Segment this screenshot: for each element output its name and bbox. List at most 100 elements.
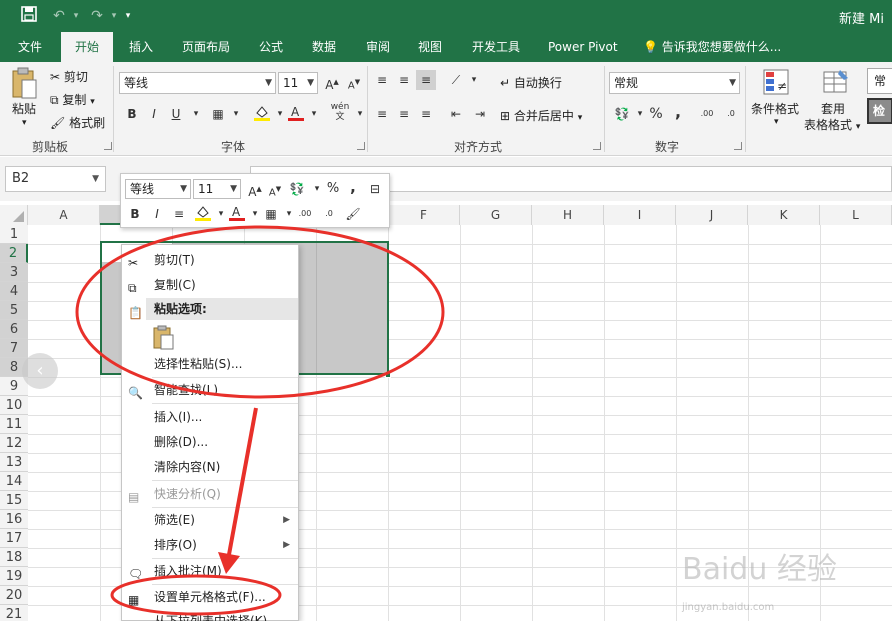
mini-font-color-icon[interactable]: A	[227, 204, 247, 224]
mini-increase-decimal-icon[interactable]: .00	[295, 204, 315, 224]
align-center-icon[interactable]: ≡	[394, 104, 414, 124]
name-box[interactable]: B2 ▼	[5, 166, 106, 192]
fill-color-icon[interactable]	[252, 104, 272, 124]
underline-dropdown-icon[interactable]: ▾	[186, 104, 206, 124]
menu-item-smart-lookup[interactable]: 🔍 智能查找(L)	[122, 378, 298, 402]
row-header[interactable]: 1	[0, 225, 28, 244]
alignment-launcher-icon[interactable]	[593, 142, 601, 150]
menu-item-cut[interactable]: ✂ 剪切(T)	[122, 248, 298, 272]
shrink-font-button[interactable]: A▼	[344, 72, 364, 92]
row-header[interactable]: 13	[0, 453, 28, 472]
conditional-format-icon[interactable]: ≠	[762, 68, 790, 99]
mini-shrink-font-icon[interactable]: A▼	[265, 179, 285, 199]
borders-dropdown-icon[interactable]: ▾	[226, 104, 246, 124]
number-launcher-icon[interactable]	[734, 142, 742, 150]
select-all-corner[interactable]	[0, 205, 28, 225]
currency-icon[interactable]: 💱	[612, 104, 632, 124]
mini-borders-icon[interactable]: ▦	[261, 204, 281, 224]
mini-merge-icon[interactable]: ⊟	[365, 179, 385, 199]
mini-format-painter-icon[interactable]: 🖌	[343, 204, 363, 224]
tab-data[interactable]: 数据	[310, 32, 338, 62]
phonetic-guide-button[interactable]: wén 文	[330, 102, 350, 122]
undo-dropdown-icon[interactable]: ▾	[70, 6, 82, 26]
wrap-text-button[interactable]: ↵ 自动换行	[500, 74, 562, 91]
tab-insert[interactable]: 插入	[127, 32, 155, 62]
mini-font-combo[interactable]: 等线 ▼	[125, 179, 191, 199]
menu-item-clear-contents[interactable]: 清除内容(N)	[122, 455, 298, 479]
align-top-icon[interactable]: ≡	[372, 70, 392, 90]
mini-decrease-decimal-icon[interactable]: .0	[319, 204, 339, 224]
format-painter-button[interactable]: 🖌 格式刷	[50, 114, 105, 131]
tab-home[interactable]: 开始	[61, 32, 114, 62]
font-color-dropdown-icon[interactable]: ▾	[304, 104, 324, 124]
row-header[interactable]: 17	[0, 529, 28, 548]
paste-option-default-icon[interactable]	[152, 325, 176, 351]
bold-button[interactable]: B	[122, 104, 142, 124]
conditional-format-button[interactable]: 条件格式	[751, 100, 799, 117]
row-header[interactable]: 18	[0, 548, 28, 567]
menu-item-insert[interactable]: 插入(I)...	[122, 405, 298, 429]
mini-percent-button[interactable]: %	[323, 179, 343, 199]
row-header[interactable]: 14	[0, 472, 28, 491]
decrease-indent-icon[interactable]: ⇤	[446, 104, 466, 124]
table-format-button[interactable]: 套用	[821, 100, 845, 117]
row-header[interactable]: 3	[0, 263, 28, 282]
row-header[interactable]: 16	[0, 510, 28, 529]
customize-quick-access-icon[interactable]: ▾	[122, 6, 134, 26]
column-header[interactable]: G	[460, 205, 532, 225]
percent-button[interactable]: %	[646, 104, 666, 124]
row-header[interactable]: 10	[0, 396, 28, 415]
row-header[interactable]: 7	[0, 339, 28, 358]
mini-bold-button[interactable]: B	[125, 204, 145, 224]
clipboard-launcher-icon[interactable]	[104, 142, 112, 150]
cut-button[interactable]: ✂ 剪切	[50, 68, 88, 85]
row-header[interactable]: 19	[0, 567, 28, 586]
tab-page-layout[interactable]: 页面布局	[180, 32, 232, 62]
font-launcher-icon[interactable]	[357, 142, 365, 150]
row-header[interactable]: 20	[0, 586, 28, 605]
italic-button[interactable]: I	[144, 104, 164, 124]
row-header[interactable]: 6	[0, 320, 28, 339]
orientation-icon[interactable]: ⟋	[446, 70, 466, 90]
paste-button[interactable]: 粘贴	[12, 100, 36, 117]
menu-item-paste-special[interactable]: 选择性粘贴(S)...	[122, 352, 298, 376]
save-icon[interactable]	[18, 6, 40, 26]
borders-icon[interactable]: ▦	[208, 104, 228, 124]
chevron-left-icon[interactable]: ‹	[22, 353, 58, 389]
align-bottom-icon[interactable]: ≡	[416, 70, 436, 90]
orientation-dropdown-icon[interactable]: ▾	[464, 70, 484, 90]
menu-item-quick-analysis[interactable]: ▤ 快速分析(Q)	[122, 482, 298, 506]
row-header[interactable]: 5	[0, 301, 28, 320]
mini-italic-button[interactable]: I	[147, 204, 167, 224]
menu-item-delete[interactable]: 删除(D)...	[122, 430, 298, 454]
mini-currency-icon[interactable]: 💱	[287, 179, 307, 199]
number-format-combo[interactable]: 常规 ▼	[609, 72, 740, 94]
menu-item-copy[interactable]: ⧉ 复制(C)	[122, 273, 298, 297]
tab-formulas[interactable]: 公式	[257, 32, 285, 62]
mini-fill-color-icon[interactable]	[193, 204, 213, 224]
mini-align-center-icon[interactable]: ≡	[169, 204, 189, 224]
tab-review[interactable]: 审阅	[364, 32, 392, 62]
decrease-decimal-button[interactable]: .0	[720, 104, 742, 124]
mini-grow-font-icon[interactable]: A▲	[245, 179, 265, 199]
copy-button[interactable]: ⧉ 复制 ▾	[50, 91, 95, 108]
mini-size-combo[interactable]: 11 ▼	[193, 179, 241, 199]
fill-handle[interactable]	[385, 372, 391, 378]
row-header[interactable]: 12	[0, 434, 28, 453]
mini-comma-button[interactable]: ,	[343, 177, 363, 197]
undo-icon[interactable]: ↶	[48, 6, 70, 26]
table-format-icon[interactable]	[822, 68, 850, 99]
menu-item-format-cells[interactable]: ▦ 设置单元格格式(F)...	[122, 585, 298, 609]
tab-developer[interactable]: 开发工具	[470, 32, 522, 62]
increase-indent-icon[interactable]: ⇥	[470, 104, 490, 124]
column-header[interactable]: A	[28, 205, 100, 225]
row-header[interactable]: 21	[0, 605, 28, 621]
paste-dropdown-icon[interactable]: ▾	[22, 118, 27, 128]
font-color-icon[interactable]: A	[286, 104, 306, 124]
menu-item-insert-comment[interactable]: 🗨 插入批注(M)	[122, 559, 298, 583]
tab-power-pivot[interactable]: Power Pivot	[546, 32, 620, 62]
tab-view[interactable]: 视图	[416, 32, 444, 62]
tell-me-search[interactable]: 💡 告诉我您想要做什么...	[643, 32, 781, 62]
menu-item-filter[interactable]: 筛选(E) ▶	[122, 508, 298, 532]
redo-icon[interactable]: ↷	[86, 6, 108, 26]
